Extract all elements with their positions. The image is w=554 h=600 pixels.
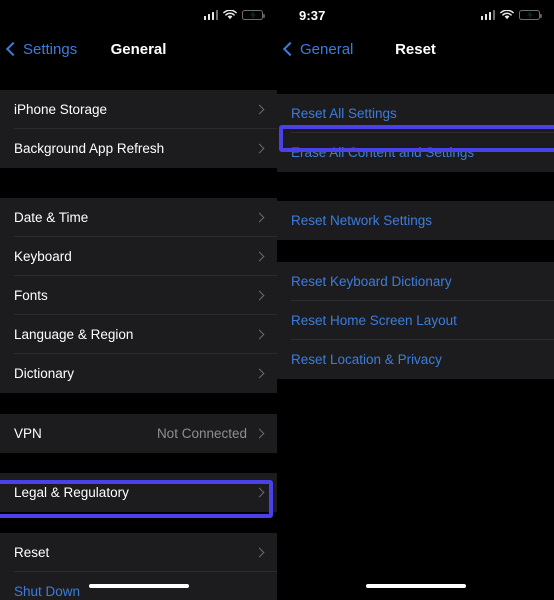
chevron-right-icon: [255, 291, 265, 301]
reset-network-settings-button[interactable]: Reset Network Settings: [277, 201, 554, 240]
row-value: Not Connected: [157, 426, 247, 441]
row-label: Background App Refresh: [14, 141, 256, 156]
reset-keyboard-dictionary-button[interactable]: Reset Keyboard Dictionary: [277, 262, 554, 301]
chevron-left-icon: [283, 42, 297, 56]
wifi-icon: [500, 10, 514, 20]
dual-screenshot-container: Settings General iPhone Storage Backgrou…: [0, 0, 554, 600]
list-item[interactable]: Background App Refresh: [0, 129, 277, 168]
wifi-icon: [223, 10, 237, 20]
status-bar: [0, 0, 277, 30]
section-gap: [277, 68, 554, 94]
reset-list: Reset All Settings Erase All Content and…: [277, 68, 554, 379]
row-label: Dictionary: [14, 366, 256, 381]
row-label: Reset Network Settings: [291, 213, 540, 228]
row-label: Legal & Regulatory: [14, 485, 256, 500]
chevron-right-icon: [255, 330, 265, 340]
home-indicator: [89, 584, 189, 588]
reset-location-and-privacy-button[interactable]: Reset Location & Privacy: [277, 340, 554, 379]
navigation-bar: General Reset: [277, 30, 554, 68]
chevron-right-icon: [255, 369, 265, 379]
list-item[interactable]: Fonts: [0, 276, 277, 315]
right-phone-screen: 9:37 General: [277, 0, 554, 600]
row-label: Reset All Settings: [291, 106, 540, 121]
row-label: Language & Region: [14, 327, 256, 342]
chevron-right-icon: [255, 548, 265, 558]
section-gap: [0, 453, 277, 473]
row-label: Fonts: [14, 288, 256, 303]
battery-charging-icon: [242, 10, 263, 21]
section-gap: [277, 240, 554, 262]
chevron-right-icon: [255, 429, 265, 439]
status-bar: 9:37: [277, 0, 554, 30]
section-gap: [0, 168, 277, 198]
reset-all-settings-button[interactable]: Reset All Settings: [277, 94, 554, 133]
list-item[interactable]: Legal & Regulatory: [0, 473, 277, 512]
reset-section-primary: Reset All Settings Erase All Content and…: [277, 94, 554, 172]
chevron-right-icon: [255, 213, 265, 223]
row-label: Keyboard: [14, 249, 256, 264]
chevron-right-icon: [255, 252, 265, 262]
list-item[interactable]: Date & Time: [0, 198, 277, 237]
row-label: iPhone Storage: [14, 102, 256, 117]
chevron-left-icon: [6, 42, 20, 56]
row-label: VPN: [14, 426, 157, 441]
chevron-right-icon: [255, 488, 265, 498]
section-gap: [0, 393, 277, 414]
row-label: Reset: [14, 545, 256, 560]
sidebar-item-reset[interactable]: Reset: [0, 533, 277, 572]
list-item[interactable]: Dictionary: [0, 354, 277, 393]
cellular-signal-icon: [204, 10, 219, 20]
left-phone-screen: Settings General iPhone Storage Backgrou…: [0, 0, 277, 600]
reset-home-screen-layout-button[interactable]: Reset Home Screen Layout: [277, 301, 554, 340]
status-icons: [204, 10, 264, 21]
back-button[interactable]: General: [277, 41, 353, 58]
list-item[interactable]: iPhone Storage: [0, 90, 277, 129]
home-indicator: [366, 584, 466, 588]
reset-section-other: Reset Keyboard Dictionary Reset Home Scr…: [277, 262, 554, 379]
settings-section-reset: Reset Shut Down: [0, 533, 277, 600]
chevron-right-icon: [255, 105, 265, 115]
row-label: Reset Location & Privacy: [291, 352, 540, 367]
row-label: Reset Keyboard Dictionary: [291, 274, 540, 289]
back-button-label: General: [300, 41, 353, 58]
section-gap: [0, 512, 277, 533]
list-item[interactable]: VPN Not Connected: [0, 414, 277, 453]
section-gap: [0, 68, 277, 90]
section-gap: [277, 172, 554, 201]
settings-section-legal: Legal & Regulatory: [0, 473, 277, 512]
navigation-bar: Settings General: [0, 30, 277, 68]
erase-all-content-and-settings-button[interactable]: Erase All Content and Settings: [277, 133, 554, 172]
list-item[interactable]: Keyboard: [0, 237, 277, 276]
row-label: Erase All Content and Settings: [291, 145, 540, 160]
list-item[interactable]: Language & Region: [0, 315, 277, 354]
back-button[interactable]: Settings: [0, 41, 77, 58]
settings-section-storage: iPhone Storage Background App Refresh: [0, 90, 277, 168]
settings-list: iPhone Storage Background App Refresh Da…: [0, 68, 277, 600]
row-label: Date & Time: [14, 210, 256, 225]
chevron-right-icon: [255, 144, 265, 154]
status-time: 9:37: [299, 8, 325, 23]
back-button-label: Settings: [23, 41, 77, 58]
cellular-signal-icon: [481, 10, 496, 20]
reset-section-network: Reset Network Settings: [277, 201, 554, 240]
settings-section-vpn: VPN Not Connected: [0, 414, 277, 453]
settings-section-system: Date & Time Keyboard Fonts Language & Re…: [0, 198, 277, 393]
status-icons: [481, 10, 541, 21]
row-label: Reset Home Screen Layout: [291, 313, 540, 328]
battery-charging-icon: [519, 10, 540, 21]
